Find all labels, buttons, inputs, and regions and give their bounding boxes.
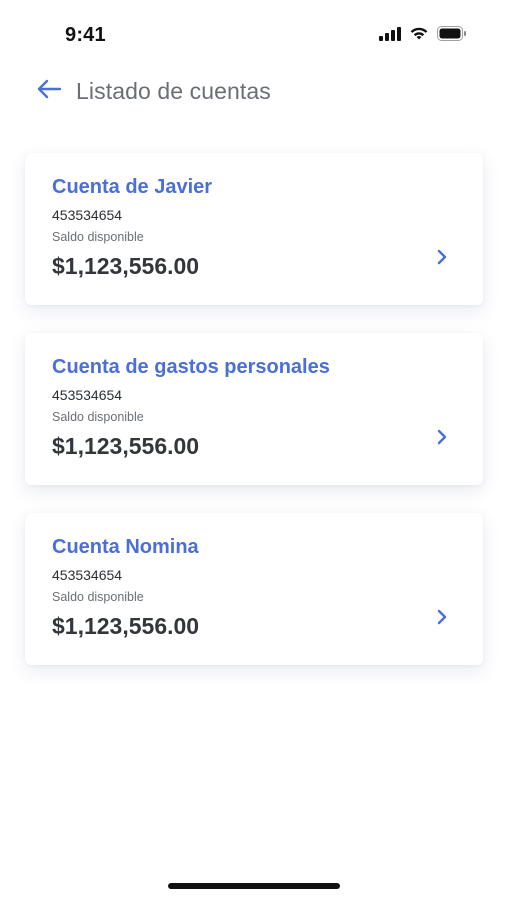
arrow-left-icon bbox=[36, 78, 62, 105]
page-title: Listado de cuentas bbox=[76, 77, 271, 104]
balance-amount: $1,123,556.00 bbox=[52, 433, 200, 459]
status-time: 9:41 bbox=[65, 24, 106, 46]
account-number: 453534654 bbox=[52, 207, 123, 223]
signal-icon bbox=[379, 26, 401, 46]
chevron-right-icon bbox=[435, 429, 449, 445]
balance-label: Saldo disponible bbox=[52, 230, 144, 244]
chevron-right-icon bbox=[435, 609, 449, 625]
status-icons bbox=[379, 26, 467, 46]
account-card[interactable]: Cuenta de gastos personales 453534654 Sa… bbox=[25, 333, 483, 485]
chevron-right-icon bbox=[435, 249, 449, 265]
header: Listado de cuentas bbox=[36, 72, 271, 110]
account-name: Cuenta Nomina bbox=[52, 536, 199, 558]
battery-icon bbox=[437, 26, 467, 46]
balance-label: Saldo disponible bbox=[52, 410, 144, 424]
home-indicator bbox=[168, 883, 340, 889]
balance-amount: $1,123,556.00 bbox=[52, 253, 200, 279]
back-button[interactable] bbox=[36, 76, 66, 106]
balance-label: Saldo disponible bbox=[52, 590, 144, 604]
wifi-icon bbox=[409, 26, 429, 46]
balance-amount: $1,123,556.00 bbox=[52, 613, 200, 639]
account-card[interactable]: Cuenta de Javier 453534654 Saldo disponi… bbox=[25, 153, 483, 305]
account-name: Cuenta de Javier bbox=[52, 176, 213, 198]
status-bar: 9:41 bbox=[0, 0, 507, 70]
account-card[interactable]: Cuenta Nomina 453534654 Saldo disponible… bbox=[25, 513, 483, 665]
account-name: Cuenta de gastos personales bbox=[52, 356, 330, 378]
account-number: 453534654 bbox=[52, 387, 123, 403]
account-number: 453534654 bbox=[52, 567, 123, 583]
account-list: Cuenta de Javier 453534654 Saldo disponi… bbox=[25, 153, 483, 693]
